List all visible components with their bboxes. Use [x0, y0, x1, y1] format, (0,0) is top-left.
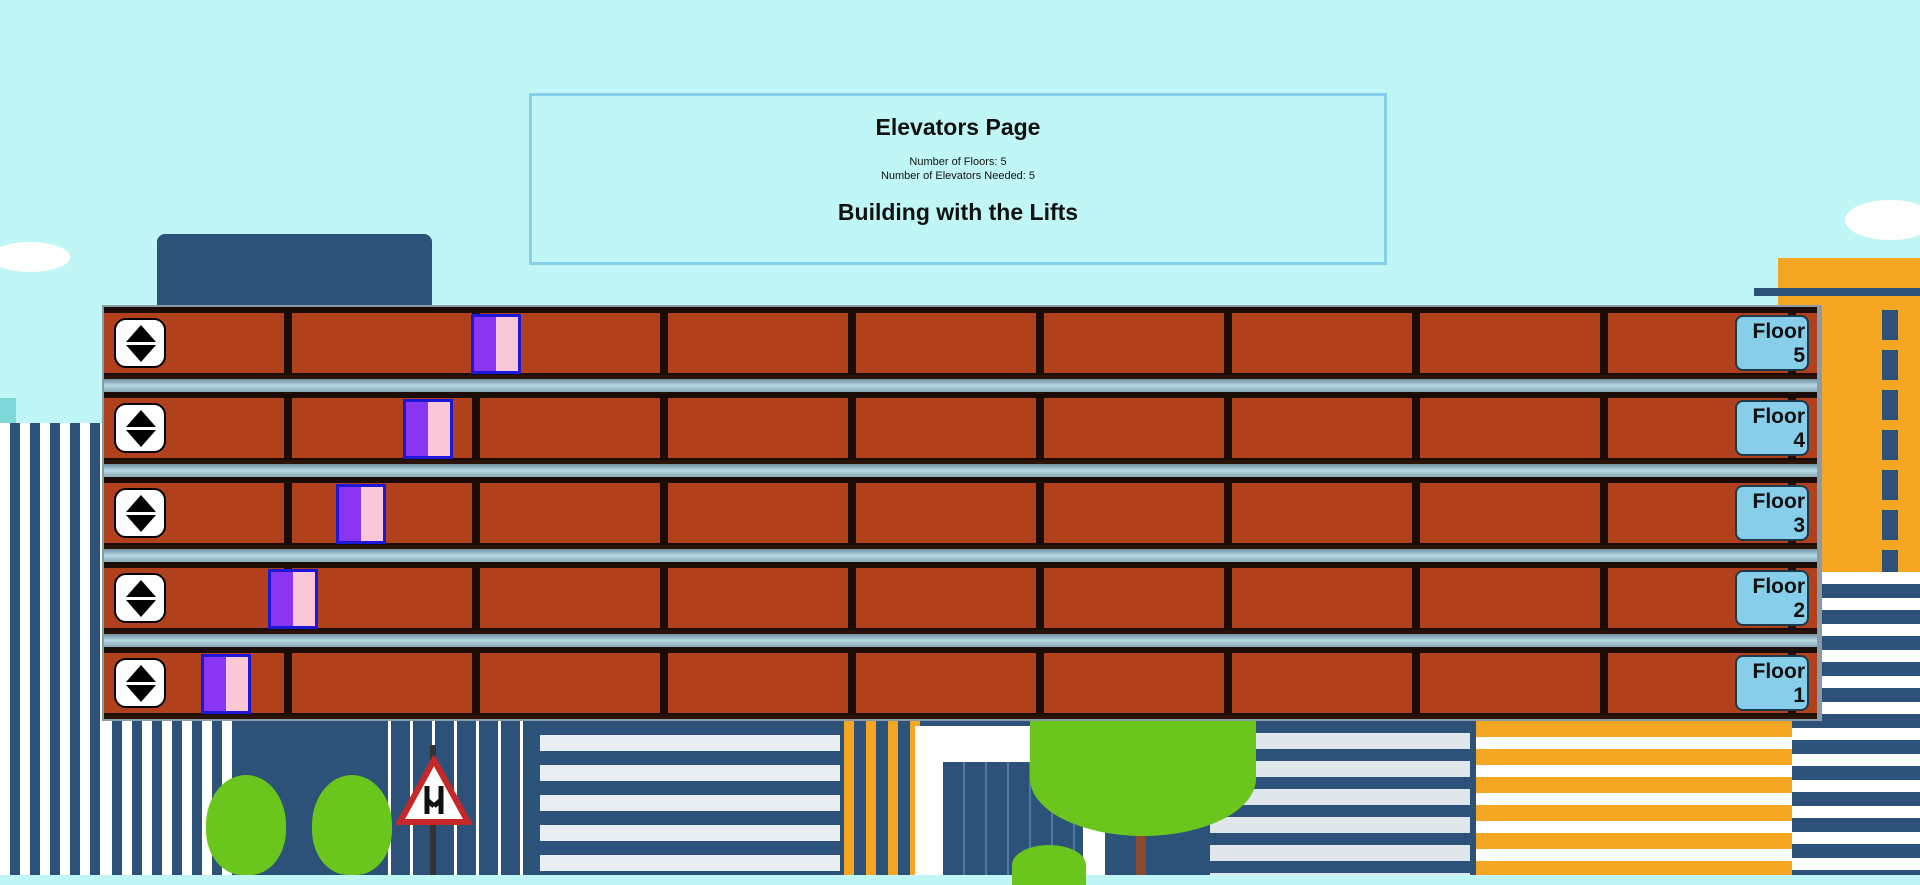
call-elevator-button-floor-5[interactable] [114, 318, 166, 368]
down-arrow-icon [126, 345, 156, 362]
elevator-door-right [293, 572, 315, 626]
info-panel: Elevators Page Number of Floors: 5 Numbe… [529, 93, 1387, 265]
tree-small-left [206, 775, 286, 875]
down-arrow-icon [126, 515, 156, 532]
up-arrow-icon [126, 410, 156, 427]
elevator-3[interactable] [336, 484, 386, 544]
tree-small-middle [312, 775, 392, 875]
elevator-1[interactable] [201, 654, 251, 714]
elevator-2[interactable] [268, 569, 318, 629]
up-arrow-icon [126, 580, 156, 597]
elevator-door-left [271, 572, 293, 626]
building: Floor 5 Floor 4 Floor 3 Floor 2 Floor 1 [102, 305, 1822, 721]
down-arrow-icon [126, 685, 156, 702]
left-striped-building [0, 423, 104, 875]
floor-label-4: Floor 4 [1735, 400, 1809, 456]
call-elevator-button-floor-3[interactable] [114, 488, 166, 538]
up-arrow-icon [126, 495, 156, 512]
building-subtitle: Building with the Lifts [837, 199, 1079, 225]
city-orange-building [844, 721, 922, 875]
city-window-building [540, 721, 840, 875]
up-arrow-icon [126, 325, 156, 342]
tree-large [1030, 721, 1256, 836]
elevator-door-right [361, 487, 383, 541]
floor-row-5: Floor 5 [104, 307, 1817, 392]
page-title: Elevators Page [875, 114, 1041, 140]
elevator-4[interactable] [403, 399, 453, 459]
floor-label-5: Floor 5 [1735, 315, 1809, 371]
elevator-door-right [428, 402, 450, 456]
floor-label-1: Floor 1 [1735, 655, 1809, 711]
floor-row-4: Floor 4 [104, 392, 1817, 477]
floor-row-2: Floor 2 [104, 562, 1817, 647]
city-yellow-building [1476, 721, 1792, 875]
floor-label-3: Floor 3 [1735, 485, 1809, 541]
call-elevator-button-floor-1[interactable] [114, 658, 166, 708]
down-arrow-icon [126, 600, 156, 617]
elevator-door-right [496, 317, 518, 371]
cloud-left [0, 242, 70, 272]
floor-label-2: Floor 2 [1735, 570, 1809, 626]
elevator-door-right [226, 657, 248, 711]
elevator-door-left [339, 487, 361, 541]
up-arrow-icon [126, 665, 156, 682]
call-elevator-button-floor-4[interactable] [114, 403, 166, 453]
elevators-count-text: Number of Elevators Needed: 5 [880, 170, 1036, 182]
floor-row-1: Floor 1 [104, 647, 1817, 719]
road-narrows-sign-icon [396, 756, 472, 825]
down-arrow-icon [126, 430, 156, 447]
elevator-door-left [474, 317, 496, 371]
elevator-door-left [204, 657, 226, 711]
elevator-door-left [406, 402, 428, 456]
floors-count-text: Number of Floors: 5 [909, 156, 1007, 168]
elevator-5[interactable] [471, 314, 521, 374]
call-elevator-button-floor-2[interactable] [114, 573, 166, 623]
floor-row-3: Floor 3 [104, 477, 1817, 562]
cloud-right [1845, 200, 1920, 240]
tree-large-lower [1012, 845, 1086, 885]
